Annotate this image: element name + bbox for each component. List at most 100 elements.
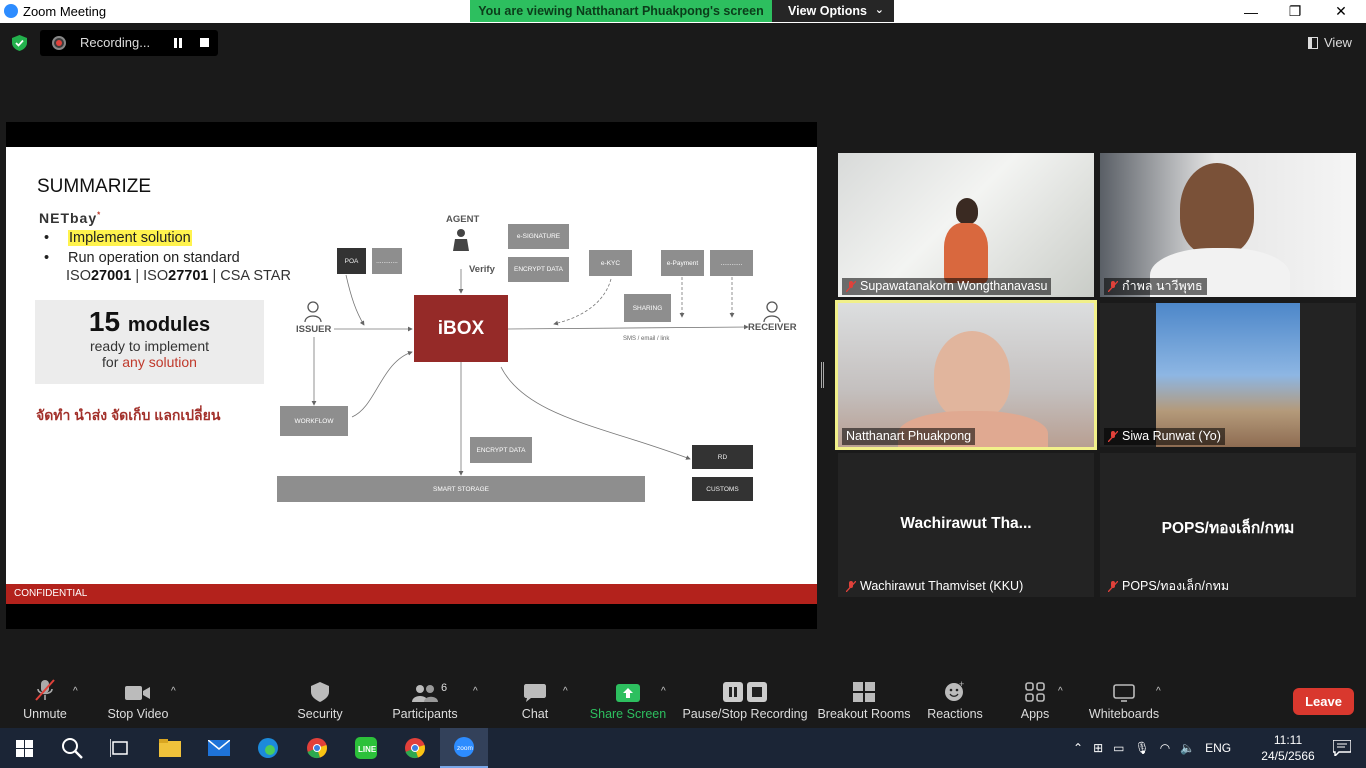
taskbar-clock[interactable]: 11:11 24/5/2566	[1260, 732, 1316, 764]
windows-taskbar: LINE zoom ⌃ ⊞ ▭ 🎙 ◠ 🔈 ENG 11:11 24/5/256…	[0, 728, 1366, 768]
epayment-box: e-Payment	[661, 250, 704, 276]
participants-options-caret[interactable]: ^	[473, 686, 478, 697]
recording-label: Recording...	[80, 35, 151, 50]
share-options-caret[interactable]: ^	[661, 686, 666, 697]
mail-icon[interactable]	[195, 728, 243, 768]
unmute-button[interactable]: Unmute	[14, 672, 76, 728]
participant-name: POPS/ทองเล็ก/กทม	[1104, 578, 1233, 595]
search-icon[interactable]	[48, 728, 96, 768]
viewing-screen-banner: You are viewing Natthanart Phuakpong's s…	[470, 0, 772, 22]
svg-text:LINE: LINE	[358, 745, 377, 754]
presentation-slide: SUMMARIZE NETbay* Implement solution Run…	[6, 147, 817, 604]
pause-stop-icon	[723, 682, 767, 702]
wifi-icon[interactable]: ◠	[1160, 741, 1170, 755]
muted-mic-icon	[1108, 281, 1118, 292]
pause-recording-icon[interactable]	[173, 38, 183, 48]
window-title: Zoom Meeting	[23, 4, 107, 19]
participant-name: กำพล นาวีพุทธ	[1104, 278, 1207, 295]
leave-meeting-button[interactable]: Leave	[1293, 688, 1354, 715]
chevron-up-icon[interactable]: ⌃	[1073, 741, 1083, 755]
title-bar: Zoom Meeting You are viewing Natthanart …	[0, 0, 1366, 23]
verify-label: Verify	[469, 264, 495, 275]
zoom-app-icon	[4, 4, 18, 18]
volume-icon[interactable]: 🔈	[1180, 741, 1195, 755]
language-indicator[interactable]: ENG	[1205, 741, 1231, 755]
stop-recording-icon[interactable]	[200, 38, 209, 47]
restore-button[interactable]: ❐	[1272, 0, 1318, 23]
ibox-block: iBOX	[414, 295, 508, 362]
battery-icon[interactable]: ▭	[1113, 741, 1124, 755]
participant-display-name: POPS/ทองเล็ก/กทม	[1161, 520, 1295, 537]
pause-stop-recording-button[interactable]: Pause/Stop Recording	[682, 672, 808, 728]
participants-button[interactable]: Participants	[392, 672, 458, 728]
video-camera-icon	[125, 686, 150, 700]
security-button[interactable]: Security	[292, 672, 348, 728]
task-view-icon[interactable]	[96, 728, 144, 768]
video-tile[interactable]: POPS/ทองเล็ก/กทม POPS/ทองเล็ก/กทม	[1100, 453, 1356, 597]
ekyc-box: e-KYC	[589, 250, 632, 276]
close-button[interactable]: ✕	[1318, 0, 1364, 23]
shield-icon	[311, 682, 329, 702]
recording-indicator: Recording...	[40, 30, 218, 56]
participant-display-name: Wachirawut Tha...	[900, 515, 1032, 532]
poa-box: POA	[337, 248, 366, 274]
chat-button[interactable]: Chat	[514, 672, 556, 728]
receiver-label: RECEIVER	[748, 322, 797, 333]
muted-mic-icon	[1108, 431, 1118, 442]
chrome-browser-icon-2[interactable]	[391, 728, 439, 768]
chat-bubble-icon	[524, 684, 546, 702]
chrome-browser-icon[interactable]	[293, 728, 341, 768]
participant-video	[1180, 163, 1254, 255]
layout-grid-icon	[1308, 36, 1318, 49]
video-tile[interactable]: Siwa Runwat (Yo)	[1100, 303, 1356, 447]
panel-splitter[interactable]	[821, 362, 824, 388]
participant-video	[956, 198, 978, 224]
video-tile-active-speaker[interactable]: Natthanart Phuakpong	[835, 300, 1097, 450]
chat-options-caret[interactable]: ^	[563, 686, 568, 697]
participant-name: Wachirawut Thamviset (KKU)	[842, 578, 1027, 595]
blank-box: ............	[372, 248, 402, 274]
view-layout-button[interactable]: View	[1308, 35, 1352, 50]
view-options-button[interactable]: View Options ⌄	[772, 0, 894, 22]
audio-options-caret[interactable]: ^	[73, 686, 78, 697]
encrypt-data-box-2: ENCRYPT DATA	[470, 437, 532, 463]
breakout-rooms-icon	[853, 682, 875, 702]
confidential-footer: CONFIDENTIAL	[6, 584, 817, 604]
flow-diagram-lines	[304, 229, 781, 476]
apps-options-caret[interactable]: ^	[1058, 686, 1063, 697]
video-tile[interactable]: Supawatanakorn Wongthanavasu	[838, 153, 1094, 297]
system-tray: ⌃ ⊞ ▭ 🎙 ◠ 🔈 ENG	[1073, 728, 1231, 768]
line-app-icon[interactable]: LINE	[342, 728, 390, 768]
encrypt-data-box: ENCRYPT DATA	[508, 257, 569, 282]
apps-button[interactable]: Apps	[1016, 672, 1054, 728]
share-screen-button[interactable]: Share Screen	[590, 672, 666, 728]
zoom-taskbar-icon[interactable]: zoom	[440, 728, 488, 768]
whiteboards-button[interactable]: Whiteboards	[1088, 672, 1160, 728]
apps-icon	[1025, 682, 1045, 702]
video-options-caret[interactable]: ^	[171, 686, 176, 697]
windows-start-icon[interactable]	[0, 728, 48, 768]
video-tile[interactable]: Wachirawut Tha... Wachirawut Thamviset (…	[838, 453, 1094, 597]
microphone-icon[interactable]: 🎙	[1134, 741, 1149, 755]
view-label: View	[1324, 35, 1352, 50]
notifications-icon[interactable]	[1318, 728, 1366, 768]
svg-text:+: +	[959, 680, 964, 689]
participant-name: Natthanart Phuakpong	[842, 428, 976, 445]
recording-dot-icon	[52, 36, 66, 50]
edge-browser-icon[interactable]	[244, 728, 292, 768]
file-explorer-icon[interactable]	[146, 728, 194, 768]
security-shield-icon[interactable]	[12, 35, 27, 51]
whiteboard-icon	[1113, 684, 1135, 702]
chevron-down-icon: ⌄	[874, 4, 884, 16]
rd-box: RD	[692, 445, 753, 469]
clock-date: 24/5/2566	[1261, 749, 1315, 763]
participant-name: Siwa Runwat (Yo)	[1104, 428, 1225, 445]
participant-profile-photo	[1156, 303, 1300, 447]
stop-video-button[interactable]: Stop Video	[104, 672, 172, 728]
network-device-icon[interactable]: ⊞	[1093, 741, 1103, 755]
breakout-rooms-button[interactable]: Breakout Rooms	[817, 672, 911, 728]
reactions-button[interactable]: + Reactions	[926, 672, 984, 728]
video-tile[interactable]: กำพล นาวีพุทธ	[1100, 153, 1356, 297]
whiteboards-options-caret[interactable]: ^	[1156, 686, 1161, 697]
minimize-button[interactable]: —	[1228, 0, 1274, 23]
